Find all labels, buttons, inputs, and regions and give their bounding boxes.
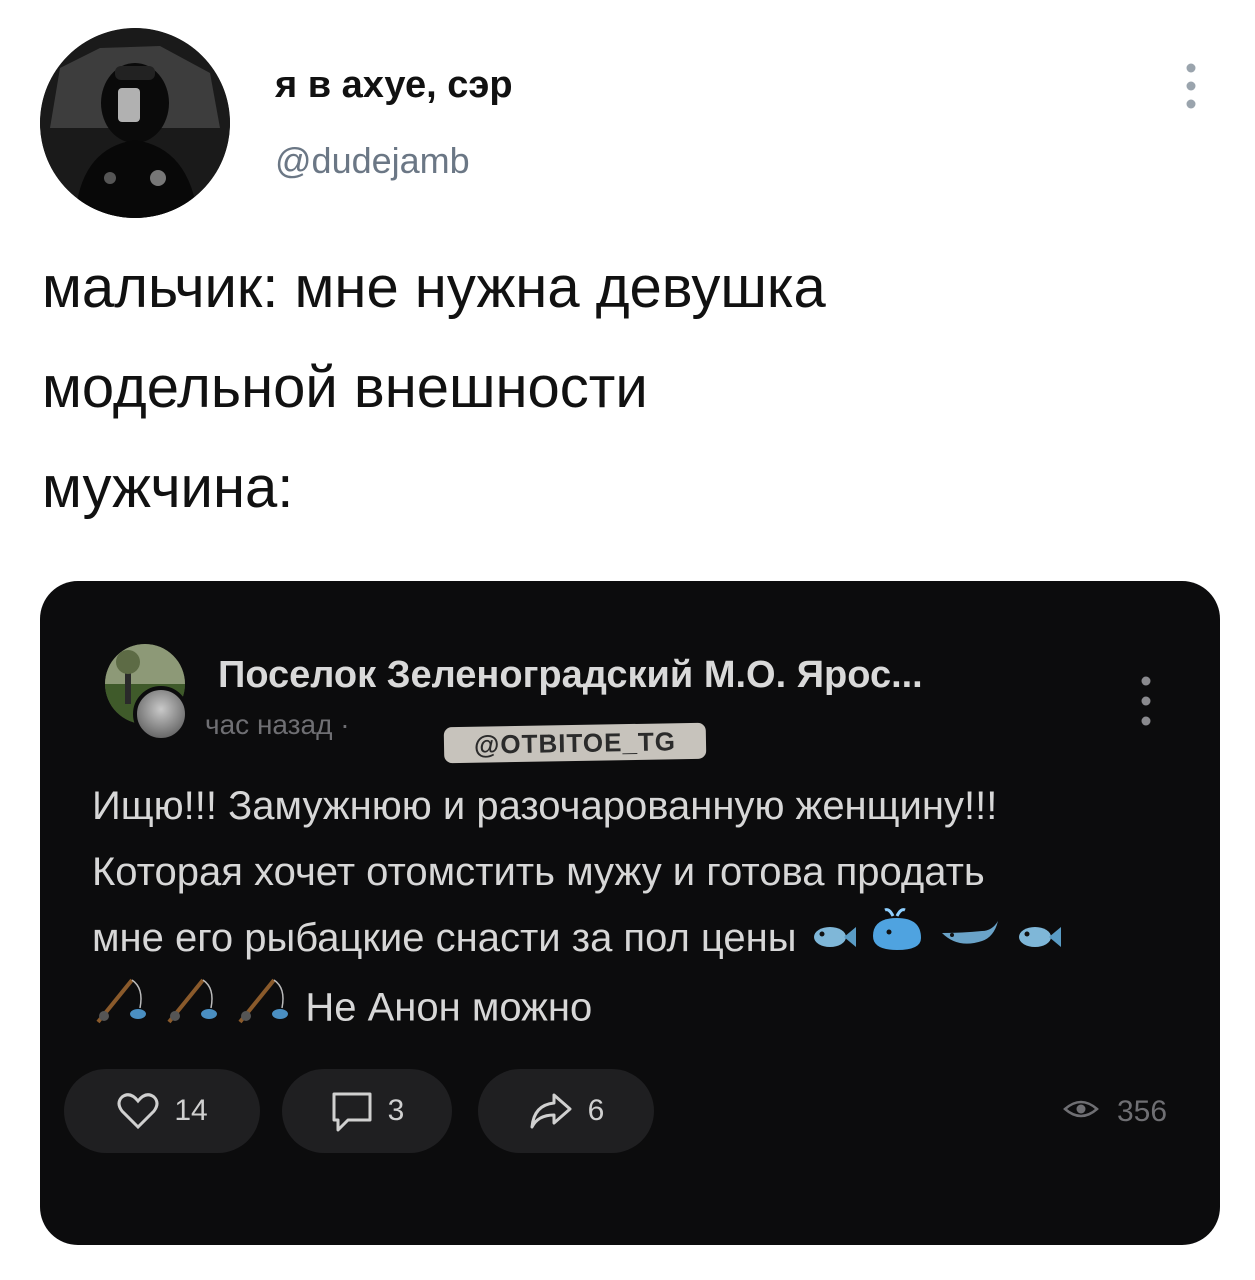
heart-icon (116, 1091, 160, 1131)
post-text-line: Которая хочет отомстить мужу и готова пр… (92, 850, 985, 894)
post-text-line: мне его рыбацкие снасти за пол цены (92, 916, 797, 960)
views-counter: 356 (1063, 1095, 1167, 1129)
like-count: 14 (174, 1094, 208, 1127)
post-text: Ищю!!! Замужнюю и разочарованную женщину… (92, 773, 1192, 1046)
share-icon (528, 1091, 574, 1131)
comment-icon (330, 1090, 374, 1132)
whale-emoji (867, 906, 927, 974)
comment-count: 3 (387, 1094, 405, 1127)
author-small-avatar[interactable] (133, 686, 189, 742)
tweet-text-line: мальчик: мне нужна девушка (42, 255, 826, 320)
author-handle[interactable]: @dudejamb (275, 140, 470, 182)
fishing-pole-emoji (234, 974, 294, 1046)
post-text-line-with-emoji: Не Анон можно (92, 974, 1192, 1046)
post-timestamp: час назад · (205, 709, 350, 740)
comment-button[interactable]: 3 (282, 1069, 452, 1153)
tweet-text-line: мужчина: (42, 455, 294, 520)
author-avatar[interactable] (40, 28, 230, 218)
more-options-icon[interactable] (1176, 60, 1206, 112)
fish-emoji (808, 907, 856, 973)
like-button[interactable]: 14 (64, 1069, 260, 1153)
tweet-text-line: модельной внешности (42, 355, 648, 420)
embedded-post-card[interactable]: Поселок Зеленоградский М.О. Ярос... час … (40, 581, 1220, 1245)
tweet-text: мальчик: мне нужна девушка модельной вне… (42, 238, 1222, 538)
fish-emoji (1013, 907, 1061, 973)
share-count: 6 (587, 1094, 605, 1127)
views-count: 356 (1117, 1095, 1168, 1128)
post-text-line: Ищю!!! Замужнюю и разочарованную женщину… (92, 784, 998, 828)
eye-icon (1063, 1095, 1099, 1129)
whale-2-emoji (938, 907, 1002, 973)
watermark: @OTBITOE_TG (443, 722, 707, 764)
author-display-name[interactable]: я в ахуе, сэр (275, 64, 513, 107)
post-more-options-icon[interactable] (1134, 673, 1158, 729)
post-text-line-with-emoji: мне его рыбацкие снасти за пол цены (92, 905, 1192, 974)
group-name[interactable]: Поселок Зеленоградский М.О. Ярос... (218, 654, 923, 697)
share-button[interactable]: 6 (478, 1069, 654, 1153)
fishing-pole-emoji (92, 974, 152, 1046)
fishing-pole-emoji (163, 974, 223, 1046)
post-text-line: Не Анон можно (305, 986, 593, 1030)
